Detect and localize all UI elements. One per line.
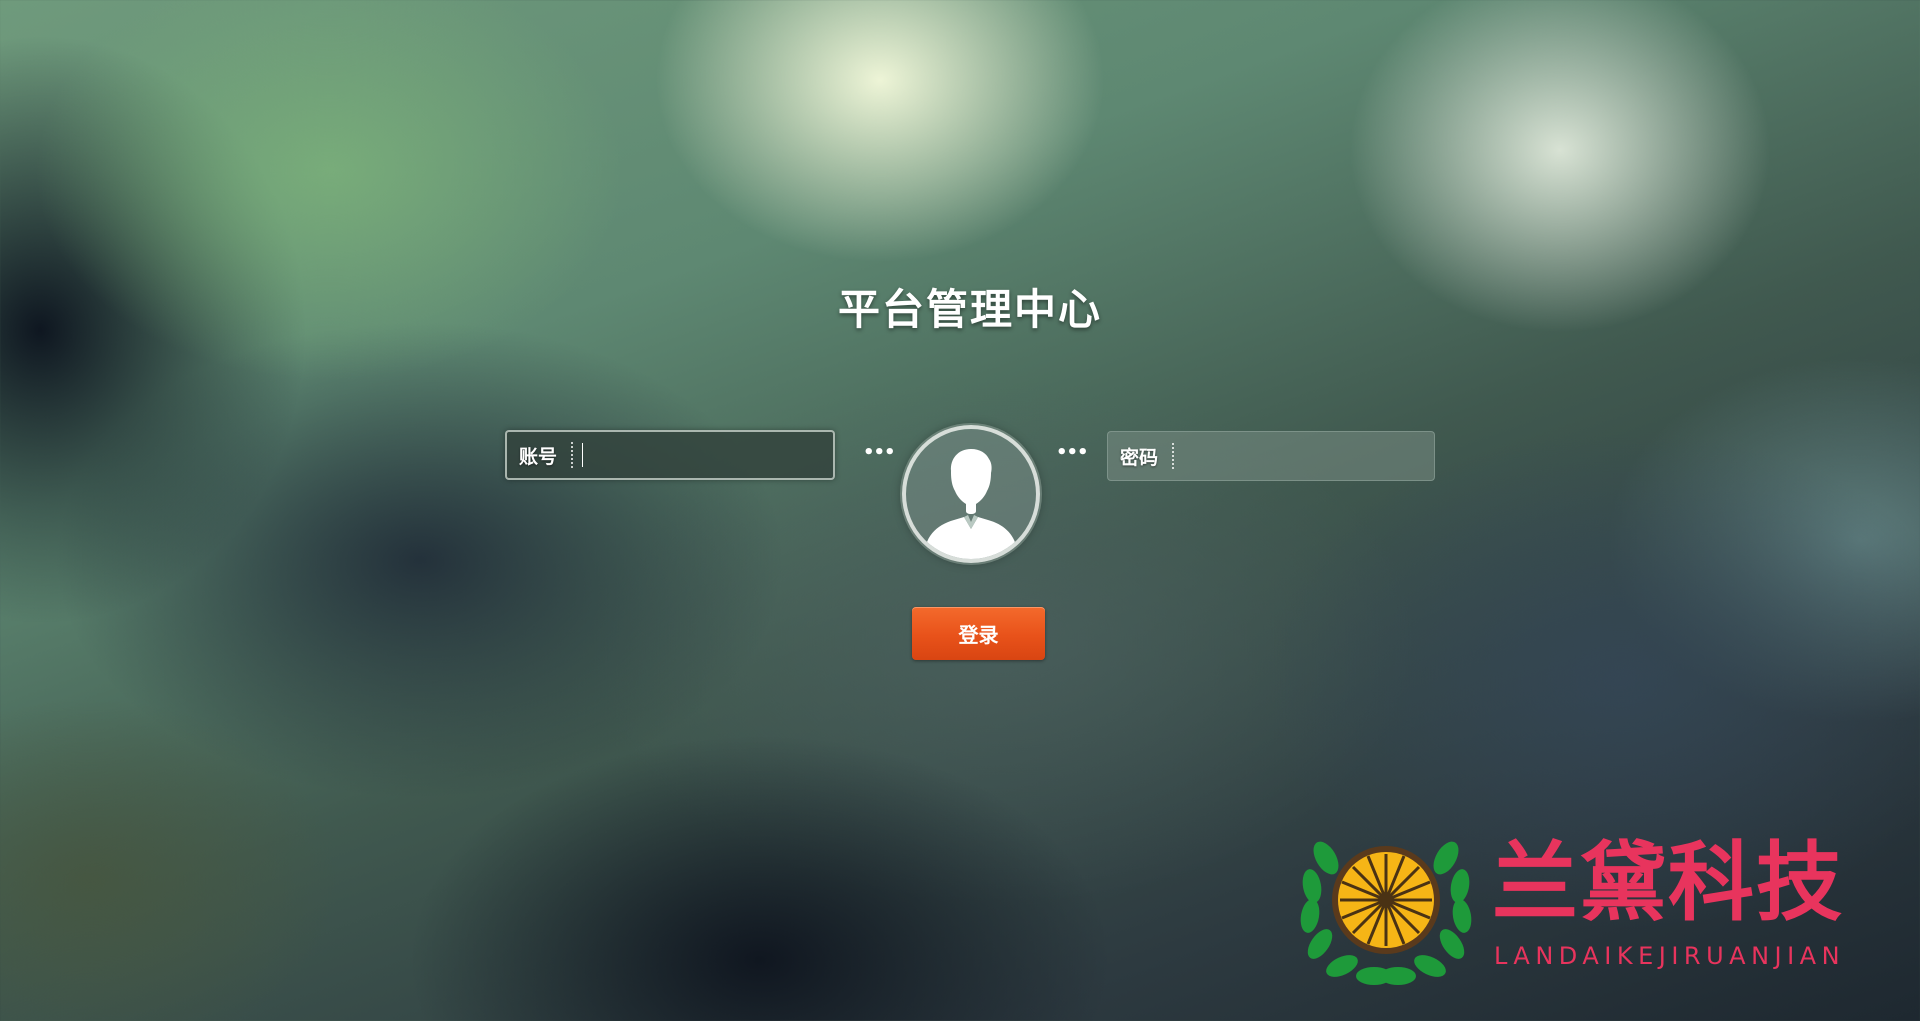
separator-dots-right: •••: [1056, 442, 1089, 463]
account-field[interactable]: 账号: [505, 430, 835, 480]
brand-name: 兰黛科技: [1492, 832, 1844, 933]
account-input[interactable]: [573, 431, 833, 479]
laurel-wheel-logo-icon: [1300, 841, 1472, 985]
avatar: [902, 425, 1040, 563]
separator-dots-left: •••: [863, 442, 896, 463]
account-label: 账号: [519, 445, 558, 468]
user-avatar-icon: [924, 449, 1018, 559]
text-caret: [582, 443, 583, 467]
page-title: 平台管理中心: [837, 285, 1102, 334]
password-label: 密码: [1120, 446, 1159, 469]
password-field[interactable]: 密码: [1107, 431, 1435, 481]
password-input[interactable]: [1174, 431, 1434, 481]
brand-subtitle: LANDAIKEJIRUANJIAN: [1494, 942, 1846, 970]
login-button[interactable]: 登录: [912, 607, 1045, 660]
brand-watermark: 兰黛科技 LANDAIKEJIRUANJIAN: [1296, 828, 1876, 988]
